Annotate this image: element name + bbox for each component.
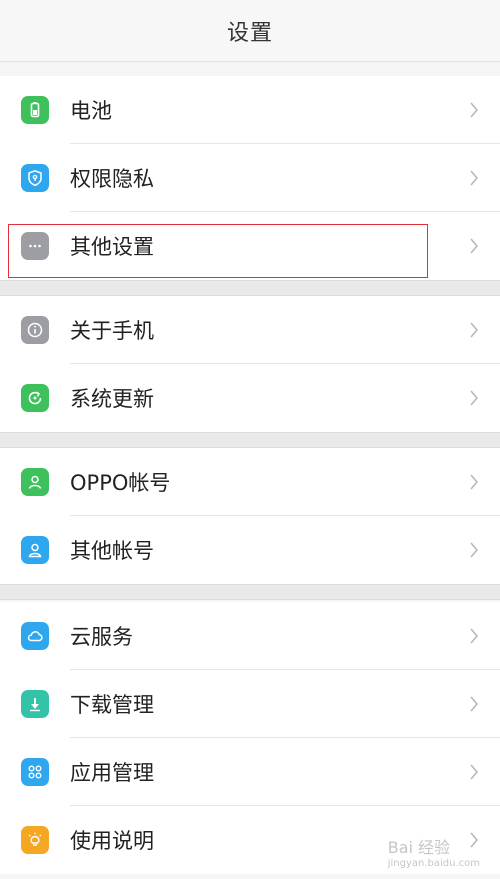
section-gap [0, 584, 500, 600]
shield-icon [21, 164, 49, 192]
bulb-icon [21, 826, 49, 854]
section-gap [0, 432, 500, 448]
settings-item-app-manager[interactable]: 应用管理 [0, 738, 500, 806]
chevron-right-icon [470, 322, 479, 338]
settings-item-cloud-service[interactable]: 云服务 [0, 602, 500, 670]
header-bar: 设置 [0, 0, 500, 62]
watermark: Bai 经验 jingyan.baidu.com [388, 834, 480, 869]
more-dots-icon [21, 232, 49, 260]
settings-item-label: 下载管理 [70, 693, 154, 717]
oppo-account-icon [21, 468, 49, 496]
page-title: 设置 [226, 20, 273, 46]
settings-item-label: 系统更新 [70, 387, 154, 411]
apps-icon [21, 758, 49, 786]
settings-item-label: 使用说明 [70, 829, 154, 853]
watermark-url: jingyan.baidu.com [387, 858, 480, 869]
settings-item-permissions-privacy[interactable]: 权限隐私 [0, 144, 500, 212]
chevron-right-icon [470, 238, 479, 254]
settings-item-label: 其他设置 [70, 235, 154, 259]
settings-item-label: 权限隐私 [70, 167, 154, 191]
chevron-right-icon [470, 102, 479, 118]
user-icon [21, 536, 49, 564]
section-gap [0, 280, 500, 296]
settings-item-label: 云服务 [70, 625, 133, 649]
settings-item-label: OPPO帐号 [70, 471, 171, 495]
download-icon [21, 690, 49, 718]
settings-item-label: 其他帐号 [70, 539, 154, 563]
settings-item-battery[interactable]: 电池 [0, 76, 500, 144]
watermark-text: Bai 经验 [387, 838, 451, 857]
chevron-right-icon [470, 764, 479, 780]
chevron-right-icon [470, 170, 479, 186]
info-icon [21, 316, 49, 344]
settings-item-other-accounts[interactable]: 其他帐号 [0, 516, 500, 584]
settings-item-oppo-account[interactable]: OPPO帐号 [0, 448, 500, 516]
settings-item-label: 应用管理 [70, 761, 154, 785]
settings-item-download-manager[interactable]: 下载管理 [0, 670, 500, 738]
settings-item-about-phone[interactable]: 关于手机 [0, 296, 500, 364]
chevron-right-icon [470, 542, 479, 558]
chevron-right-icon [470, 628, 479, 644]
settings-item-label: 关于手机 [70, 319, 154, 343]
settings-item-label: 电池 [70, 99, 112, 123]
update-icon [21, 384, 49, 412]
battery-icon [21, 96, 49, 124]
chevron-right-icon [470, 474, 479, 490]
settings-item-system-update[interactable]: 系统更新 [0, 364, 500, 432]
chevron-right-icon [470, 696, 479, 712]
cloud-icon [21, 622, 49, 650]
chevron-right-icon [470, 390, 479, 406]
settings-item-other-settings[interactable]: 其他设置 [0, 212, 500, 280]
